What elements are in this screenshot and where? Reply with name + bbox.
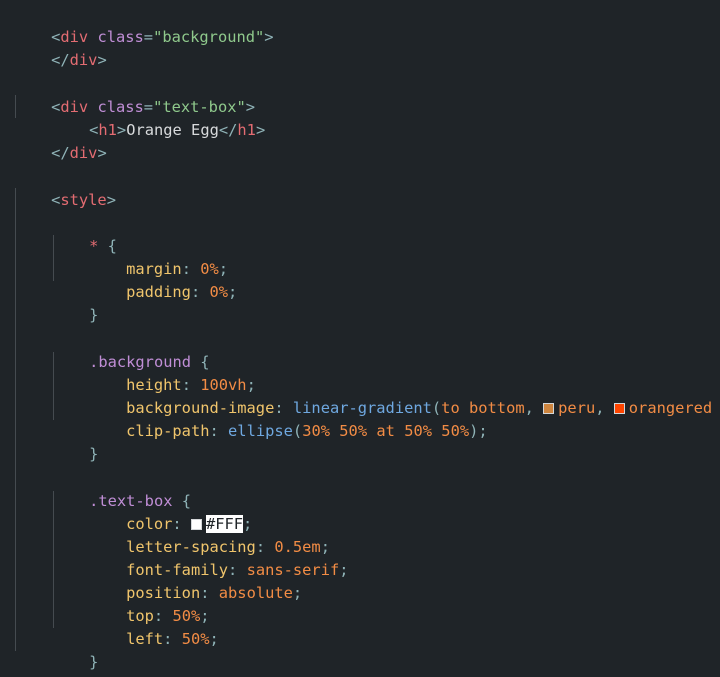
code-line: letter-spacing: 0.5em; xyxy=(89,513,330,556)
indent-guide xyxy=(15,188,16,651)
comma: , xyxy=(595,399,614,418)
tag-open: < xyxy=(51,191,61,210)
code-line: </div> xyxy=(14,119,107,162)
code-line: position: absolute; xyxy=(89,559,302,602)
code-line: <div class="text-box"> xyxy=(14,73,255,116)
color-swatch-icon[interactable] xyxy=(543,403,555,415)
css-property: padding xyxy=(126,283,191,302)
code-line: * { xyxy=(52,212,117,255)
code-line: .background { xyxy=(52,328,209,371)
code-line: height: 100vh; xyxy=(89,351,256,394)
code-line: font-family: sans-serif; xyxy=(89,536,348,579)
tag-close: > xyxy=(116,121,127,140)
paren: ( xyxy=(292,422,303,441)
code-line: <h1>Orange Egg</h1> xyxy=(52,96,265,139)
brace: } xyxy=(89,306,99,325)
css-value: 30% xyxy=(302,422,330,441)
paren: ); xyxy=(712,399,720,417)
css-property: clip-path xyxy=(126,422,210,441)
code-line: color: #FFF; xyxy=(89,490,252,534)
code-editor[interactable]: <div class="background"> </div> <div cla… xyxy=(0,0,720,677)
css-function: ellipse xyxy=(228,422,293,441)
code-line: </style> xyxy=(14,651,125,677)
code-line: } xyxy=(52,281,98,324)
css-color: peru xyxy=(558,399,596,418)
colon: : xyxy=(209,422,229,441)
semicolon: ; xyxy=(292,584,303,603)
paren: ); xyxy=(469,422,488,441)
colon: : xyxy=(190,283,210,302)
tag-close: > xyxy=(255,121,266,140)
code-line: } xyxy=(52,628,98,671)
code-line: top: 50%; xyxy=(89,582,209,625)
css-property: left xyxy=(126,630,164,649)
equals: = xyxy=(143,28,154,47)
tag-open: </ xyxy=(218,121,238,140)
comma: , xyxy=(524,399,544,418)
code-line: </div> xyxy=(14,26,107,69)
code-line: <style> xyxy=(14,166,116,209)
semicolon: ; xyxy=(228,283,238,302)
css-value: 50% xyxy=(339,422,368,441)
tag-close: > xyxy=(97,144,107,163)
tag-name: div xyxy=(69,144,98,163)
css-color: orangered xyxy=(628,399,713,418)
tag-name: div xyxy=(69,51,98,70)
css-value: 50% xyxy=(404,422,433,441)
code-line: } xyxy=(52,420,98,463)
semicolon: ; xyxy=(209,630,219,649)
css-value: 50% xyxy=(441,422,470,441)
brace: } xyxy=(89,445,99,464)
code-line: padding: 0%; xyxy=(89,258,237,301)
code-line: margin: 0%; xyxy=(89,235,228,278)
tag-name: style xyxy=(60,191,107,210)
css-keyword: at xyxy=(376,422,395,441)
tag-open: </ xyxy=(51,144,70,163)
code-line: background-image: linear-gradient(to bot… xyxy=(89,374,720,417)
code-line: left: 50%; xyxy=(89,605,219,648)
css-value: 50% xyxy=(181,630,210,649)
tag-close: > xyxy=(264,28,274,47)
code-line: clip-path: ellipse(30% 50% at 50% 50%); xyxy=(89,397,488,440)
tag-close: > xyxy=(106,191,116,210)
tag-open: </ xyxy=(51,51,70,70)
colon: : xyxy=(163,630,182,649)
css-value: absolute xyxy=(218,584,293,603)
css-value: 0% xyxy=(209,283,229,302)
color-swatch-icon[interactable] xyxy=(613,403,625,415)
code-line: .text-box { xyxy=(52,467,191,510)
tag-close: > xyxy=(97,51,107,70)
tag-name: h1 xyxy=(237,121,256,140)
code-line: <div class="background"> xyxy=(14,3,273,46)
attr-value: "background" xyxy=(153,28,265,47)
semicolon: ; xyxy=(339,561,349,580)
heading-text: Orange Egg xyxy=(126,121,219,140)
